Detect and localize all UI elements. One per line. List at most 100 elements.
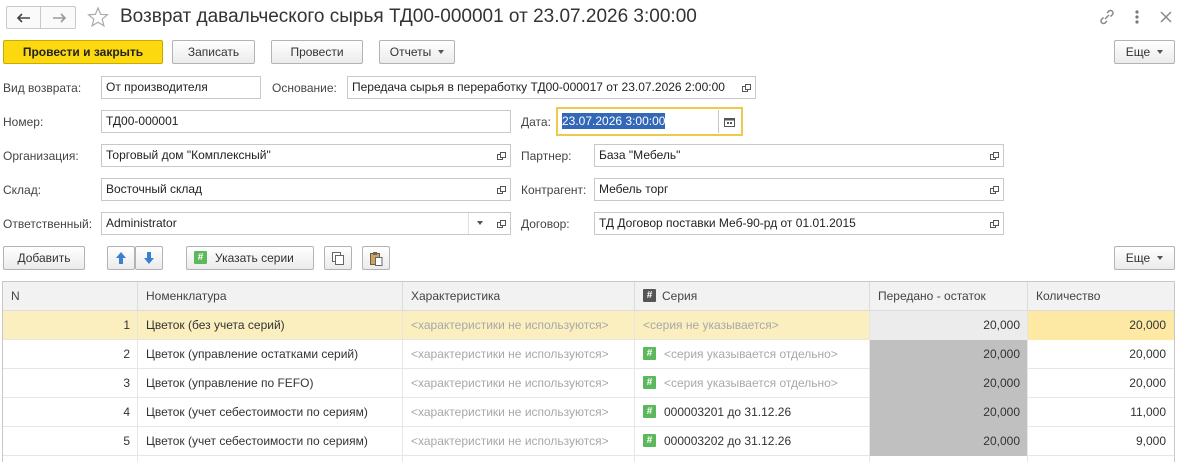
row-series[interactable]: # <серия указывается отдельно> [635, 340, 870, 369]
row-series[interactable]: #000003202 до 31.12.26 [635, 427, 870, 456]
open-icon [741, 84, 751, 93]
organization-field[interactable]: Торговый дом "Комплексный" [101, 144, 511, 167]
partner-label: Партнер: [521, 149, 572, 163]
open-icon [989, 152, 999, 161]
series-icon: # [194, 251, 207, 265]
number-field[interactable]: ТД00-000001 [101, 110, 511, 133]
row-number: 3 [123, 376, 130, 390]
warehouse-label: Склад: [3, 183, 42, 197]
close-icon [1160, 11, 1172, 23]
copy-icon [332, 252, 344, 265]
post-and-close-button[interactable]: Провести и закрыть [3, 40, 163, 64]
row-quantity[interactable]: 20,000 [1028, 340, 1174, 369]
row-series-label: 000003202 до 31.12.26 [664, 434, 792, 448]
column-header-n[interactable]: N [3, 282, 138, 311]
row-item[interactable]: Цветок (управление по FEFO) [138, 369, 403, 398]
row-item[interactable]: Цветок (учет себестоимости по сериям) [138, 398, 403, 427]
row-series[interactable]: <серия не указывается> [635, 311, 870, 340]
row-number: 4 [123, 405, 130, 419]
reports-button[interactable]: Отчеты [379, 40, 455, 64]
column-divider [634, 311, 635, 462]
row-characteristic[interactable]: <характеристики не используются> [403, 340, 635, 369]
responsible-field[interactable]: Administrator [101, 212, 511, 235]
forward-button[interactable] [42, 7, 75, 28]
basis-open-button[interactable] [737, 77, 755, 98]
date-field[interactable]: 23.07.2026 3:00:00 [556, 107, 743, 136]
chevron-down-icon [438, 49, 445, 54]
row-characteristic[interactable]: <характеристики не используются> [403, 427, 635, 456]
paste-button[interactable] [362, 246, 390, 270]
series-icon: # [643, 289, 656, 303]
basis-field[interactable]: Передача сырья в переработку ТД00-000017… [347, 76, 756, 99]
row-series-label: 000003201 до 31.12.26 [664, 405, 792, 419]
row-transferred: 20,000 [870, 369, 1028, 398]
responsible-open-button[interactable] [492, 213, 510, 234]
return-type-field[interactable]: От производителя [101, 76, 261, 99]
organization-value: Торговый дом "Комплексный" [106, 148, 271, 162]
favorite-star-button[interactable] [87, 6, 109, 28]
series-icon: # [643, 376, 656, 390]
row-item[interactable]: Цветок (без учета серий) [138, 311, 403, 340]
responsible-dropdown-button[interactable] [468, 213, 490, 234]
move-up-button[interactable] [107, 246, 135, 270]
arrow-up-icon [116, 252, 126, 264]
chevron-down-icon [1157, 255, 1164, 260]
row-item[interactable]: Цветок (учет себестоимости по сериям) [138, 427, 403, 456]
more-button[interactable]: Еще [1114, 40, 1175, 64]
row-quantity[interactable]: 20,000 [1028, 369, 1174, 398]
warehouse-open-button[interactable] [492, 179, 510, 200]
add-row-button[interactable]: Добавить [3, 246, 85, 270]
counterparty-label: Контрагент: [521, 183, 587, 197]
copy-button[interactable] [324, 246, 352, 270]
return-type-value: От производителя [106, 80, 208, 94]
arrow-left-icon [16, 12, 30, 23]
row-characteristic[interactable]: <характеристики не используются> [403, 311, 635, 340]
contract-open-button[interactable] [985, 213, 1003, 234]
responsible-label: Ответственный: [3, 217, 93, 231]
calendar-button[interactable] [718, 110, 740, 133]
counterparty-field[interactable]: Мебель торг [594, 178, 1004, 201]
column-header-quantity[interactable]: Количество [1028, 282, 1174, 311]
row-characteristic[interactable]: <характеристики не используются> [403, 398, 635, 427]
vertical-dots-icon [1135, 10, 1139, 24]
row-characteristic[interactable]: <характеристики не используются> [403, 369, 635, 398]
column-header-series[interactable]: # Серия [635, 282, 870, 311]
row-quantity[interactable]: 9,000 [1028, 427, 1174, 456]
contract-field[interactable]: ТД Договор поставки Меб-90-рд от 01.01.2… [594, 212, 1004, 235]
row-series[interactable]: # <серия указывается отдельно> [635, 369, 870, 398]
row-transferred: 20,000 [870, 311, 1028, 340]
responsible-value: Administrator [106, 216, 177, 230]
close-button[interactable] [1157, 7, 1175, 27]
calendar-icon [724, 117, 735, 127]
specify-series-button[interactable]: # Указать серии [186, 246, 314, 270]
back-button[interactable] [7, 7, 41, 28]
column-header-item[interactable]: Номенклатура [138, 282, 403, 311]
row-transferred: 20,000 [870, 340, 1028, 369]
column-header-transferred[interactable]: Передано - остаток [870, 282, 1028, 311]
specify-series-label: Указать серии [215, 251, 294, 265]
save-button[interactable]: Записать [172, 40, 255, 64]
row-series[interactable]: #000003201 до 31.12.26 [635, 398, 870, 427]
partner-field[interactable]: База "Мебель" [594, 144, 1004, 167]
post-button[interactable]: Провести [271, 40, 363, 64]
warehouse-field[interactable]: Восточный склад [101, 178, 511, 201]
row-item[interactable]: Цветок (управление остатками серий) [138, 340, 403, 369]
row-quantity[interactable]: 11,000 [1028, 398, 1174, 427]
move-down-button[interactable] [135, 246, 163, 270]
counterparty-open-button[interactable] [985, 179, 1003, 200]
more-menu-button[interactable] [1130, 7, 1144, 27]
organization-open-button[interactable] [492, 145, 510, 166]
open-icon [989, 220, 999, 229]
table-more-button[interactable]: Еще [1114, 246, 1175, 270]
star-icon [87, 6, 109, 28]
link-button[interactable] [1097, 7, 1117, 27]
row-series-label: <серия указывается отдельно> [664, 376, 838, 390]
row-transferred: 20,000 [870, 427, 1028, 456]
row-quantity[interactable]: 20,000 [1028, 311, 1174, 340]
row-series-label: <серия указывается отдельно> [664, 347, 838, 361]
more-label: Еще [1125, 45, 1151, 59]
arrow-down-icon [144, 252, 154, 264]
basis-label: Основание: [272, 81, 337, 95]
partner-open-button[interactable] [985, 145, 1003, 166]
column-header-characteristic[interactable]: Характеристика [403, 282, 635, 311]
